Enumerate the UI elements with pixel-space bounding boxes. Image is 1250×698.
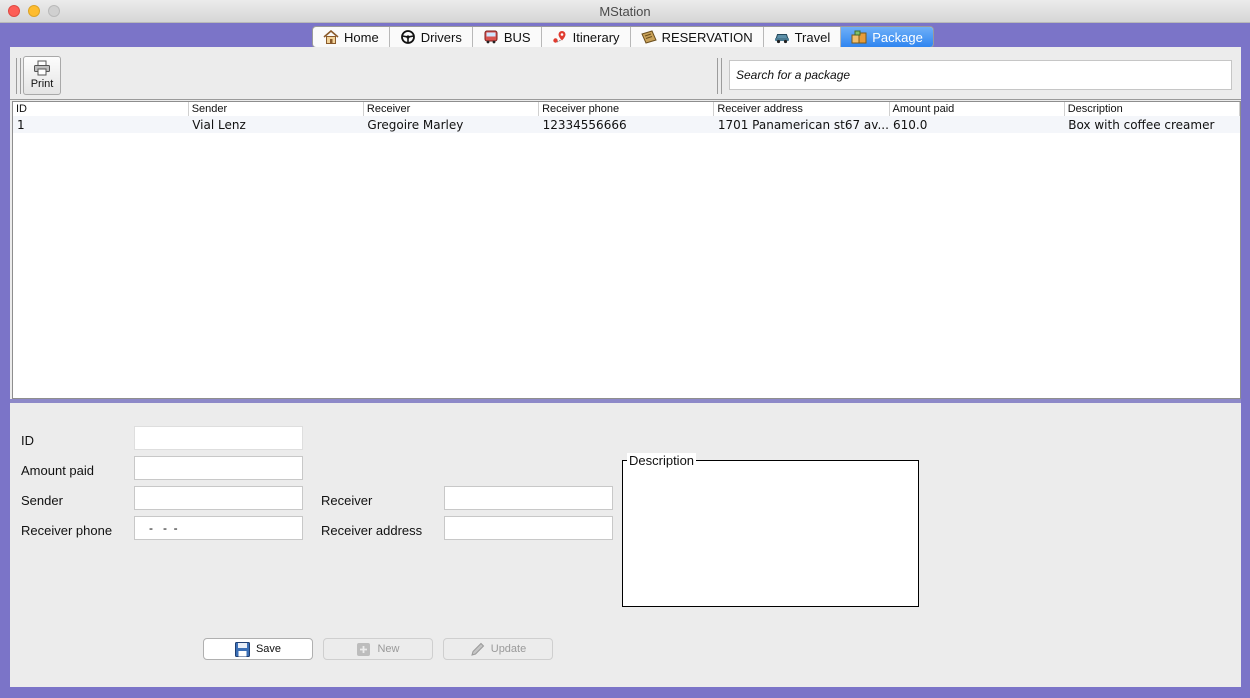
tab-package-label: Package: [872, 29, 923, 45]
new-button[interactable]: New: [323, 638, 433, 660]
receiver-phone-label: Receiver phone: [21, 523, 113, 538]
cell-description: Box with coffee creamer: [1068, 117, 1215, 132]
floppy-disk-icon: [234, 641, 250, 657]
receiver-address-field[interactable]: [444, 516, 613, 540]
update-button[interactable]: Update: [443, 638, 553, 660]
table-header-row: ID Sender Receiver Receiver phone Receiv…: [13, 102, 1241, 116]
tab-package[interactable]: Package: [841, 27, 933, 47]
column-header-description[interactable]: Description: [1064, 102, 1241, 116]
tab-itinerary-label: Itinerary: [572, 29, 620, 45]
sender-label: Sender: [21, 493, 63, 508]
toolbar-grip[interactable]: [16, 58, 21, 94]
cell-receiver: Gregoire Marley: [367, 117, 464, 132]
tab-bus-label: BUS: [503, 29, 531, 45]
cell-receiver-phone: 12334556666: [542, 117, 627, 132]
ticket-icon: [640, 30, 657, 44]
printer-icon: [34, 60, 50, 76]
tab-drivers[interactable]: Drivers: [390, 27, 473, 47]
window-title: MStation: [599, 4, 651, 19]
column-header-id[interactable]: ID: [13, 102, 189, 116]
description-group-title: Description: [627, 453, 697, 468]
add-icon: [357, 642, 371, 656]
home-icon: [323, 30, 339, 44]
main-tab-bar: Home Drivers BUS Itinerary RESERVATION T…: [312, 26, 934, 48]
column-header-receiver[interactable]: Receiver: [363, 102, 540, 116]
cell-receiver-address: 1701 Panamerican st67 av...: [717, 117, 889, 132]
tab-drivers-label: Drivers: [420, 29, 462, 45]
update-label: Update: [490, 643, 527, 655]
new-label: New: [377, 643, 400, 655]
title-bar: MStation: [0, 0, 1250, 23]
split-pane-divider[interactable]: [10, 399, 1241, 403]
receiver-field[interactable]: [444, 486, 613, 510]
search-toolbar-grip[interactable]: [717, 58, 722, 94]
column-header-receiver-address[interactable]: Receiver address: [713, 102, 890, 116]
column-header-sender[interactable]: Sender: [188, 102, 364, 116]
packages-table-container: ID Sender Receiver Receiver phone Receiv…: [12, 101, 1241, 399]
print-label: Print: [30, 78, 54, 90]
packages-table: ID Sender Receiver Receiver phone Receiv…: [13, 102, 1241, 133]
package-panel: Print ID Sender Receiver Receiver phone …: [10, 47, 1241, 687]
package-icon: [851, 30, 867, 44]
receiver-phone-field[interactable]: [134, 516, 303, 540]
package-toolbar: Print: [10, 55, 1241, 100]
receiver-label: Receiver: [321, 493, 373, 508]
cell-id: 1: [17, 117, 25, 132]
tab-travel-label: Travel: [794, 29, 831, 45]
bus-icon: [484, 30, 498, 44]
save-label: Save: [255, 643, 282, 655]
tab-home[interactable]: Home: [313, 27, 390, 47]
column-header-receiver-phone[interactable]: Receiver phone: [538, 102, 715, 116]
print-button[interactable]: Print: [23, 56, 61, 95]
tab-reservation-label: RESERVATION: [661, 29, 753, 45]
column-header-amount-paid[interactable]: Amount paid: [889, 102, 1065, 116]
table-row[interactable]: 1 Vial Lenz Gregoire Marley 12334556666 …: [13, 116, 1240, 133]
package-search-input[interactable]: [729, 60, 1232, 90]
tab-bus[interactable]: BUS: [473, 27, 542, 47]
sender-field[interactable]: [134, 486, 303, 510]
tab-home-label: Home: [344, 29, 379, 45]
steering-wheel-icon: [400, 30, 415, 44]
tab-itinerary[interactable]: Itinerary: [542, 27, 631, 47]
car-icon: [774, 34, 789, 44]
amount-paid-field[interactable]: [134, 456, 303, 480]
cell-amount-paid: 610.0: [893, 117, 928, 132]
id-label: ID: [21, 433, 34, 448]
cell-sender: Vial Lenz: [192, 117, 246, 132]
amount-paid-label: Amount paid: [21, 463, 94, 478]
save-button[interactable]: Save: [203, 638, 313, 660]
description-textarea[interactable]: Description: [622, 453, 919, 607]
tab-reservation[interactable]: RESERVATION: [631, 27, 764, 47]
map-pin-icon: [552, 31, 566, 43]
id-field[interactable]: [134, 426, 303, 450]
package-form: ID Amount paid Sender Receiver Receiver …: [10, 405, 1241, 687]
pencil-icon: [471, 642, 484, 656]
tab-travel[interactable]: Travel: [764, 27, 842, 47]
receiver-address-label: Receiver address: [321, 523, 423, 538]
